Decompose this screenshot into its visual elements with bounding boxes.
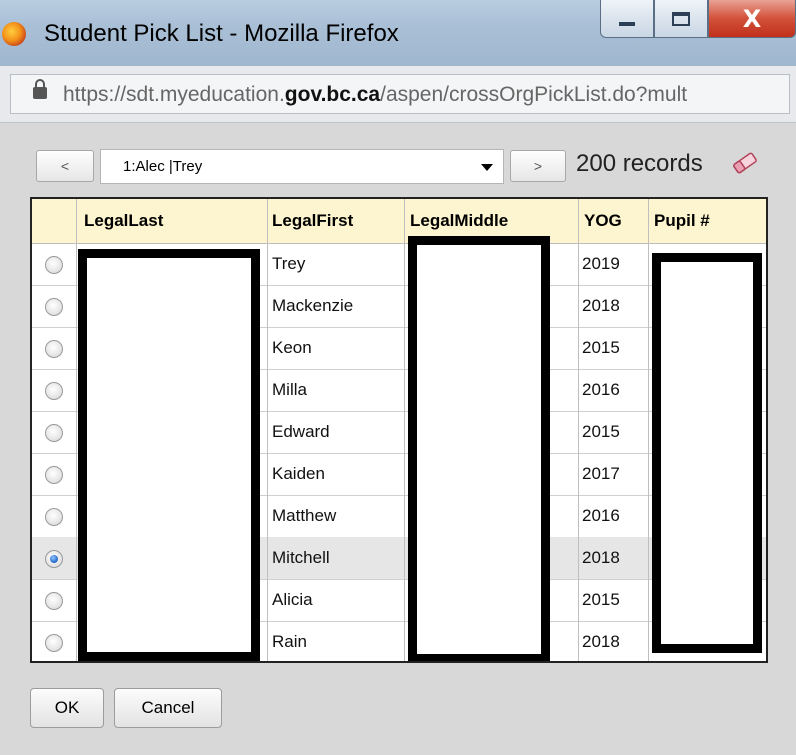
lock-icon[interactable] [33, 79, 47, 99]
address-bar[interactable]: https://sdt.myeducation.gov.bc.ca/aspen/… [10, 74, 790, 114]
cell-legalfirst: Mitchell [272, 548, 330, 567]
cell-yog: 2018 [582, 296, 620, 315]
firefox-icon [2, 22, 26, 46]
student-table: LegalLast LegalFirst LegalMiddle YOG Pup… [30, 197, 768, 663]
close-icon: X [742, 4, 762, 33]
cell-legalfirst: Rain [272, 632, 307, 651]
record-select[interactable]: 1:Alec |Trey [100, 149, 504, 184]
cancel-button[interactable]: Cancel [114, 688, 222, 728]
cell-yog: 2017 [582, 464, 620, 483]
row-radio-button[interactable] [45, 466, 63, 484]
record-count: 200 records [576, 150, 703, 177]
cell-yog: 2018 [582, 632, 620, 651]
column-divider [578, 199, 579, 661]
column-header-legallast[interactable]: LegalLast [84, 211, 163, 231]
redaction-box-legalmiddle [408, 236, 550, 661]
eraser-icon[interactable] [730, 152, 760, 174]
row-radio-button[interactable] [45, 382, 63, 400]
row-radio-button[interactable] [45, 550, 63, 568]
cell-yog: 2015 [582, 422, 620, 441]
column-header-yog[interactable]: YOG [584, 211, 622, 231]
cell-legalfirst: Mackenzie [272, 296, 354, 315]
previous-button[interactable]: < [36, 150, 94, 182]
column-header-pupil-number[interactable]: Pupil # [654, 211, 710, 231]
close-button[interactable]: X [708, 0, 796, 38]
column-header-legalmiddle[interactable]: LegalMiddle [410, 211, 508, 231]
maximize-button[interactable] [654, 0, 708, 38]
row-radio-button[interactable] [45, 256, 63, 274]
cell-legalfirst: Milla [272, 380, 307, 399]
cell-legalfirst: Trey [272, 254, 306, 273]
minimize-button[interactable] [600, 0, 654, 38]
cell-legalfirst: Alicia [272, 590, 313, 609]
cell-legalfirst: Kaiden [272, 464, 325, 483]
row-radio-button[interactable] [45, 298, 63, 316]
cell-legalfirst: Matthew [272, 506, 337, 525]
row-radio-button[interactable] [45, 592, 63, 610]
column-header-legalfirst[interactable]: LegalFirst [272, 211, 353, 231]
cell-yog: 2016 [582, 380, 620, 399]
address-bar-area: https://sdt.myeducation.gov.bc.ca/aspen/… [0, 66, 796, 123]
redaction-box-legallast [78, 249, 260, 661]
url-text[interactable]: https://sdt.myeducation.gov.bc.ca/aspen/… [63, 83, 687, 107]
row-radio-button[interactable] [45, 340, 63, 358]
row-radio-button[interactable] [45, 424, 63, 442]
cell-yog: 2015 [582, 338, 620, 357]
cell-yog: 2016 [582, 506, 620, 525]
record-select-value: 1:Alec |Trey [123, 158, 203, 175]
table-header: LegalLast LegalFirst LegalMiddle YOG Pup… [32, 199, 766, 244]
cell-yog: 2018 [582, 548, 620, 567]
column-divider [267, 199, 268, 661]
row-radio-button[interactable] [45, 634, 63, 652]
window-title-bar: Student Pick List - Mozilla Firefox X [0, 0, 796, 66]
window-title: Student Pick List - Mozilla Firefox [44, 20, 399, 47]
url-path: /aspen/crossOrgPickList.do?mult [380, 83, 688, 106]
next-button[interactable]: > [510, 150, 566, 182]
cell-legalfirst: Edward [272, 422, 330, 441]
redaction-box-pupil-number [652, 253, 762, 653]
cell-yog: 2015 [582, 590, 620, 609]
column-divider [404, 199, 405, 661]
chevron-down-icon [481, 164, 493, 171]
maximize-icon [672, 11, 690, 26]
column-divider [76, 199, 77, 661]
url-domain: gov.bc.ca [284, 83, 381, 106]
cell-legalfirst: Keon [272, 338, 312, 357]
url-prefix: https://sdt.myeducation. [63, 83, 285, 106]
column-divider [648, 199, 649, 661]
row-radio-button[interactable] [45, 508, 63, 526]
cell-yog: 2019 [582, 254, 620, 273]
ok-button[interactable]: OK [30, 688, 104, 728]
minimize-icon [619, 21, 635, 26]
